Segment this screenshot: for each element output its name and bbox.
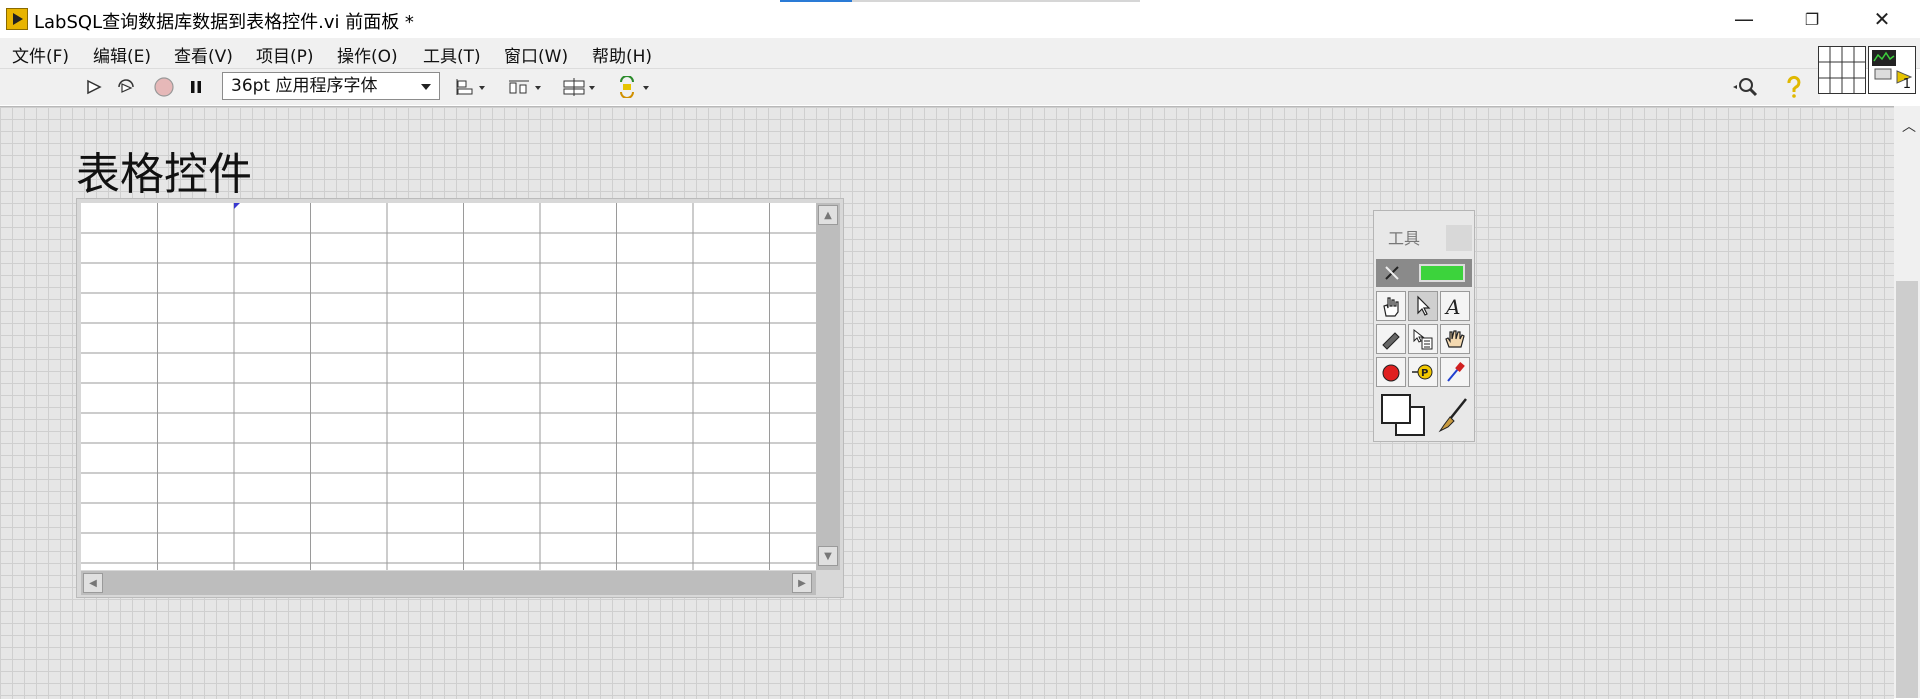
run-arrow-icon[interactable] — [82, 75, 106, 99]
scroll-window-icon[interactable] — [1440, 324, 1470, 354]
abort-icon[interactable] — [152, 75, 176, 99]
run-continuous-icon[interactable] — [114, 75, 140, 99]
automatic-tool-selection[interactable] — [1376, 259, 1472, 287]
title-bar: LabSQL查询数据库数据到表格控件.vi 前面板 * — ❐ ✕ — [0, 0, 1920, 38]
taskbar-accent-gray — [852, 0, 1140, 2]
scroll-up-arrow-icon[interactable]: ︿ — [1902, 116, 1916, 136]
menu-view[interactable]: 查看(V) — [174, 42, 233, 67]
menu-edit[interactable]: 编辑(E) — [93, 42, 151, 67]
menu-file[interactable]: 文件(F) — [12, 42, 69, 67]
vi-icon-number: 1 — [1902, 77, 1911, 92]
table-horizontal-scrollbar[interactable]: ◀ ▶ — [81, 571, 816, 595]
context-help-icon[interactable] — [1782, 75, 1806, 99]
restore-button[interactable]: ❐ — [1784, 0, 1840, 38]
table-vertical-scrollbar[interactable]: ▲ ▼ — [816, 203, 840, 570]
palette-close-button[interactable] — [1446, 225, 1472, 251]
menu-tools[interactable]: 工具(T) — [423, 42, 481, 67]
table-grid-lines — [81, 203, 816, 570]
menu-operate[interactable]: 操作(O) — [337, 42, 398, 67]
color-tool-area — [1376, 391, 1472, 439]
connect-wire-icon[interactable] — [1376, 324, 1406, 354]
get-color-icon[interactable] — [1440, 357, 1470, 387]
set-clear-breakpoint-icon[interactable] — [1376, 357, 1406, 387]
vertical-scrollbar[interactable]: ︿ — [1894, 106, 1920, 698]
operate-value-icon[interactable] — [1376, 291, 1406, 321]
font-select[interactable]: 36pt 应用程序字体 — [222, 72, 440, 100]
labview-vi-icon — [6, 8, 28, 30]
menu-bar: 文件(F) 编辑(E) 查看(V) 项目(P) 操作(O) 工具(T) 窗口(W… — [0, 38, 1920, 69]
pause-icon[interactable] — [186, 75, 206, 99]
paintbrush-icon[interactable] — [1436, 397, 1470, 433]
table-scroll-left-icon[interactable]: ◀ — [83, 573, 103, 593]
connector-pane[interactable] — [1818, 46, 1866, 94]
menu-help[interactable]: 帮助(H) — [592, 42, 652, 67]
align-objects-icon[interactable] — [454, 75, 492, 99]
table-scroll-up-icon[interactable]: ▲ — [818, 205, 838, 225]
table-control-label[interactable]: 表格控件 — [76, 138, 252, 202]
window-title: LabSQL查询数据库数据到表格控件.vi 前面板 * — [34, 12, 414, 33]
edit-text-icon[interactable]: A — [1440, 291, 1470, 321]
tools-palette-title: 工具 — [1388, 229, 1421, 248]
taskbar-accent — [780, 0, 852, 2]
table-scroll-down-icon[interactable]: ▼ — [818, 546, 838, 566]
automatic-tool-icon — [1385, 266, 1399, 280]
tools-palette[interactable]: 工具 A P — [1373, 210, 1475, 442]
font-select-value: 36pt 应用程序字体 — [231, 76, 378, 96]
table-scroll-right-icon[interactable]: ▶ — [792, 573, 812, 593]
menu-project[interactable]: 项目(P) — [256, 42, 314, 67]
probe-data-icon[interactable]: P — [1408, 357, 1438, 387]
distribute-objects-icon[interactable] — [506, 75, 546, 99]
vi-icon[interactable]: 1 — [1868, 46, 1916, 94]
chevron-down-icon — [421, 84, 431, 90]
close-button[interactable]: ✕ — [1854, 0, 1910, 38]
table-grid[interactable] — [81, 203, 816, 570]
position-select-icon[interactable] — [1408, 291, 1438, 321]
svg-text:A: A — [1444, 295, 1460, 318]
scrollbar-thumb[interactable] — [1896, 281, 1918, 698]
svg-text:P: P — [1421, 368, 1428, 379]
object-shortcut-menu-icon[interactable] — [1408, 324, 1438, 354]
search-icon[interactable] — [1730, 75, 1760, 99]
reorder-icon[interactable] — [614, 75, 654, 99]
minimize-button[interactable]: — — [1716, 0, 1772, 38]
menu-window[interactable]: 窗口(W) — [504, 42, 568, 67]
resize-objects-icon[interactable] — [560, 75, 600, 99]
